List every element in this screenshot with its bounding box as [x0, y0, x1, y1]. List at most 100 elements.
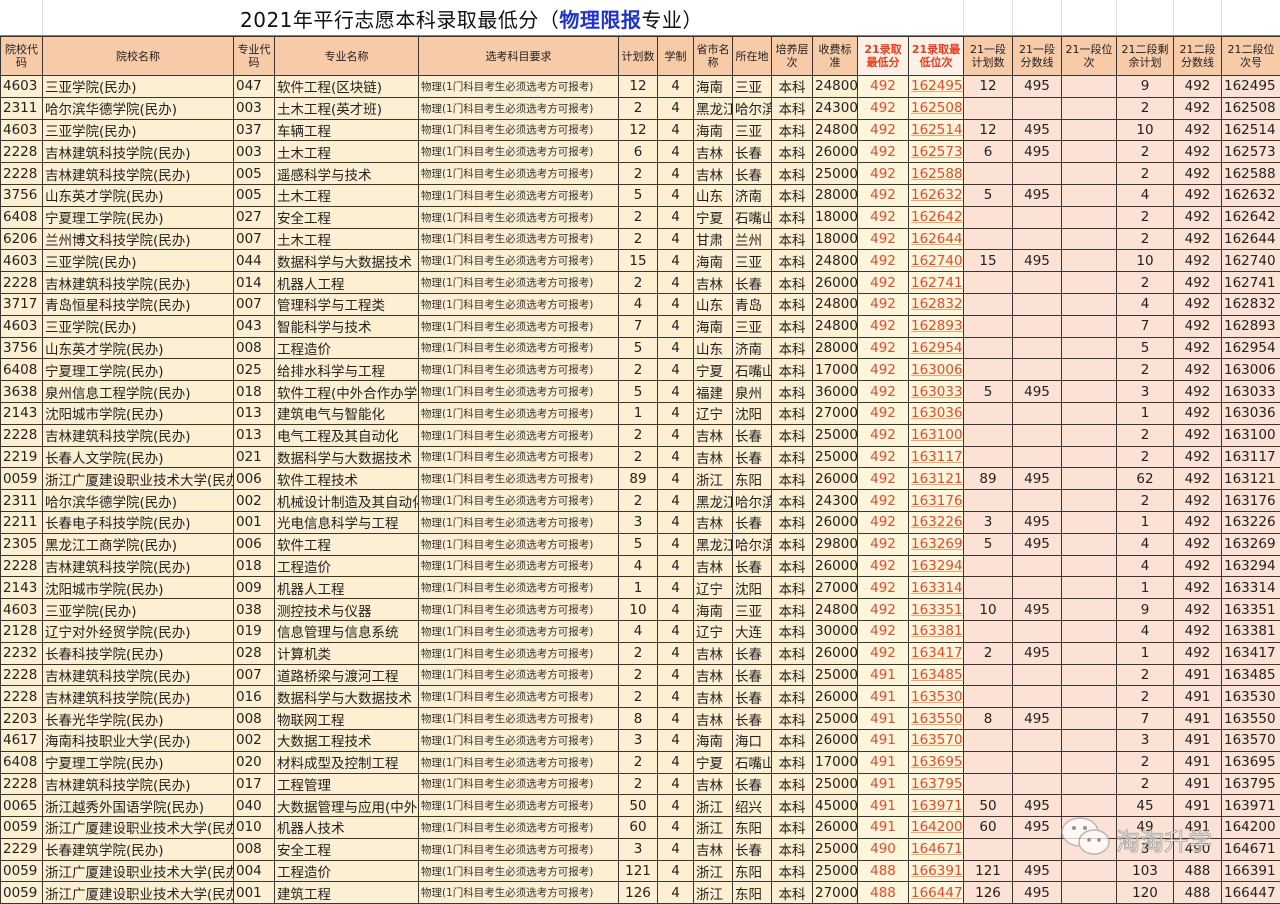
cell-major-code[interactable]: 047 — [234, 76, 275, 98]
cell-plan-count[interactable]: 5 — [619, 533, 658, 555]
cell-duration[interactable]: 4 — [658, 315, 694, 337]
cell-phase2-line[interactable]: 491 — [1174, 795, 1222, 817]
cell-school-code[interactable]: 4603 — [1, 250, 43, 272]
cell-tuition[interactable]: 17000 — [813, 751, 858, 773]
cell-phase1-plan[interactable]: 12 — [964, 76, 1013, 98]
cell-subject-requirement[interactable]: 物理(1门科目考生必须选考方可报考) — [419, 773, 619, 795]
cell-city[interactable]: 济南 — [733, 337, 772, 359]
cell-level[interactable]: 本科 — [772, 359, 813, 381]
cell-level[interactable]: 本科 — [772, 664, 813, 686]
cell-min-score[interactable]: 492 — [858, 184, 909, 206]
cell-city[interactable]: 沈阳 — [733, 577, 772, 599]
cell-school-code[interactable]: 0059 — [1, 860, 43, 882]
cell-phase2-line[interactable]: 492 — [1174, 468, 1222, 490]
cell-phase2-remaining[interactable]: 3 — [1117, 381, 1174, 403]
cell-phase1-rank[interactable] — [1062, 599, 1117, 621]
cell-plan-count[interactable]: 5 — [619, 337, 658, 359]
cell-province[interactable]: 吉林 — [694, 555, 733, 577]
cell-min-score[interactable]: 492 — [858, 555, 909, 577]
cell-phase2-remaining[interactable]: 5 — [1117, 337, 1174, 359]
cell-duration[interactable]: 4 — [658, 795, 694, 817]
cell-major-code[interactable]: 002 — [234, 490, 275, 512]
cell-major-code[interactable]: 008 — [234, 838, 275, 860]
cell-phase1-line[interactable] — [1013, 577, 1062, 599]
cell-city[interactable]: 长春 — [733, 838, 772, 860]
cell-phase2-rank[interactable]: 163417 — [1222, 642, 1280, 664]
cell-phase1-rank[interactable] — [1062, 184, 1117, 206]
cell-subject-requirement[interactable]: 物理(1门科目考生必须选考方可报考) — [419, 795, 619, 817]
cell-province[interactable]: 吉林 — [694, 773, 733, 795]
cell-city[interactable]: 长春 — [733, 664, 772, 686]
header-city[interactable]: 所在地 — [733, 37, 772, 76]
cell-province[interactable]: 海南 — [694, 250, 733, 272]
cell-school-code[interactable]: 2219 — [1, 446, 43, 468]
cell-major-name[interactable]: 工程造价 — [275, 555, 419, 577]
cell-province[interactable]: 辽宁 — [694, 620, 733, 642]
cell-city[interactable]: 三亚 — [733, 119, 772, 141]
cell-phase1-plan[interactable]: 126 — [964, 882, 1013, 904]
cell-min-rank[interactable]: 162893 — [909, 315, 964, 337]
cell-phase2-line[interactable]: 488 — [1174, 882, 1222, 904]
cell-phase1-plan[interactable]: 10 — [964, 599, 1013, 621]
cell-phase2-rank[interactable]: 163314 — [1222, 577, 1280, 599]
cell-school-name[interactable]: 兰州博文科技学院(民办) — [43, 228, 234, 250]
cell-city[interactable]: 长春 — [733, 163, 772, 185]
cell-duration[interactable]: 4 — [658, 163, 694, 185]
cell-phase2-rank[interactable]: 163294 — [1222, 555, 1280, 577]
cell-phase2-remaining[interactable]: 10 — [1117, 250, 1174, 272]
cell-phase2-remaining[interactable]: 7 — [1117, 315, 1174, 337]
header-school-name[interactable]: 院校名称 — [43, 37, 234, 76]
cell-school-code[interactable]: 2228 — [1, 664, 43, 686]
cell-phase1-plan[interactable]: 5 — [964, 184, 1013, 206]
header-min-score[interactable]: 21录取最低分 — [858, 37, 909, 76]
cell-level[interactable]: 本科 — [772, 795, 813, 817]
cell-plan-count[interactable]: 2 — [619, 642, 658, 664]
cell-phase1-line[interactable] — [1013, 686, 1062, 708]
cell-phase1-rank[interactable] — [1062, 533, 1117, 555]
cell-tuition[interactable]: 27000 — [813, 882, 858, 904]
cell-phase1-line[interactable]: 495 — [1013, 468, 1062, 490]
cell-phase1-plan[interactable]: 121 — [964, 860, 1013, 882]
cell-phase2-rank[interactable]: 163971 — [1222, 795, 1280, 817]
cell-school-name[interactable]: 长春电子科技学院(民办) — [43, 511, 234, 533]
cell-phase2-line[interactable]: 492 — [1174, 381, 1222, 403]
cell-major-code[interactable]: 005 — [234, 163, 275, 185]
cell-phase2-rank[interactable]: 162642 — [1222, 206, 1280, 228]
cell-phase1-plan[interactable]: 15 — [964, 250, 1013, 272]
cell-school-name[interactable]: 浙江广厦建设职业技术大学(民办) — [43, 468, 234, 490]
cell-tuition[interactable]: 27000 — [813, 402, 858, 424]
cell-min-score[interactable]: 492 — [858, 424, 909, 446]
cell-phase2-rank[interactable]: 162573 — [1222, 141, 1280, 163]
cell-plan-count[interactable]: 60 — [619, 817, 658, 839]
cell-phase2-rank[interactable]: 162741 — [1222, 272, 1280, 294]
cell-phase2-rank[interactable]: 163100 — [1222, 424, 1280, 446]
cell-phase1-line[interactable] — [1013, 315, 1062, 337]
cell-major-code[interactable]: 003 — [234, 97, 275, 119]
cell-min-rank[interactable]: 162954 — [909, 337, 964, 359]
cell-major-code[interactable]: 010 — [234, 817, 275, 839]
cell-phase2-line[interactable]: 491 — [1174, 708, 1222, 730]
cell-phase2-rank[interactable]: 162954 — [1222, 337, 1280, 359]
cell-min-rank[interactable]: 163006 — [909, 359, 964, 381]
cell-plan-count[interactable]: 4 — [619, 293, 658, 315]
cell-phase2-remaining[interactable]: 2 — [1117, 773, 1174, 795]
cell-tuition[interactable]: 24800 — [813, 293, 858, 315]
cell-phase2-line[interactable]: 492 — [1174, 490, 1222, 512]
cell-duration[interactable]: 4 — [658, 359, 694, 381]
cell-school-name[interactable]: 沈阳城市学院(民办) — [43, 577, 234, 599]
cell-phase1-plan[interactable] — [964, 228, 1013, 250]
cell-phase1-rank[interactable] — [1062, 293, 1117, 315]
cell-major-code[interactable]: 044 — [234, 250, 275, 272]
cell-phase1-line[interactable]: 495 — [1013, 882, 1062, 904]
cell-level[interactable]: 本科 — [772, 468, 813, 490]
cell-school-name[interactable]: 吉林建筑科技学院(民办) — [43, 163, 234, 185]
cell-min-rank[interactable]: 163795 — [909, 773, 964, 795]
cell-plan-count[interactable]: 2 — [619, 773, 658, 795]
cell-phase1-plan[interactable] — [964, 163, 1013, 185]
cell-tuition[interactable]: 25000 — [813, 708, 858, 730]
cell-phase1-plan[interactable]: 6 — [964, 141, 1013, 163]
cell-level[interactable]: 本科 — [772, 97, 813, 119]
cell-phase2-remaining[interactable]: 1 — [1117, 402, 1174, 424]
cell-major-code[interactable]: 017 — [234, 773, 275, 795]
cell-min-rank[interactable]: 163036 — [909, 402, 964, 424]
